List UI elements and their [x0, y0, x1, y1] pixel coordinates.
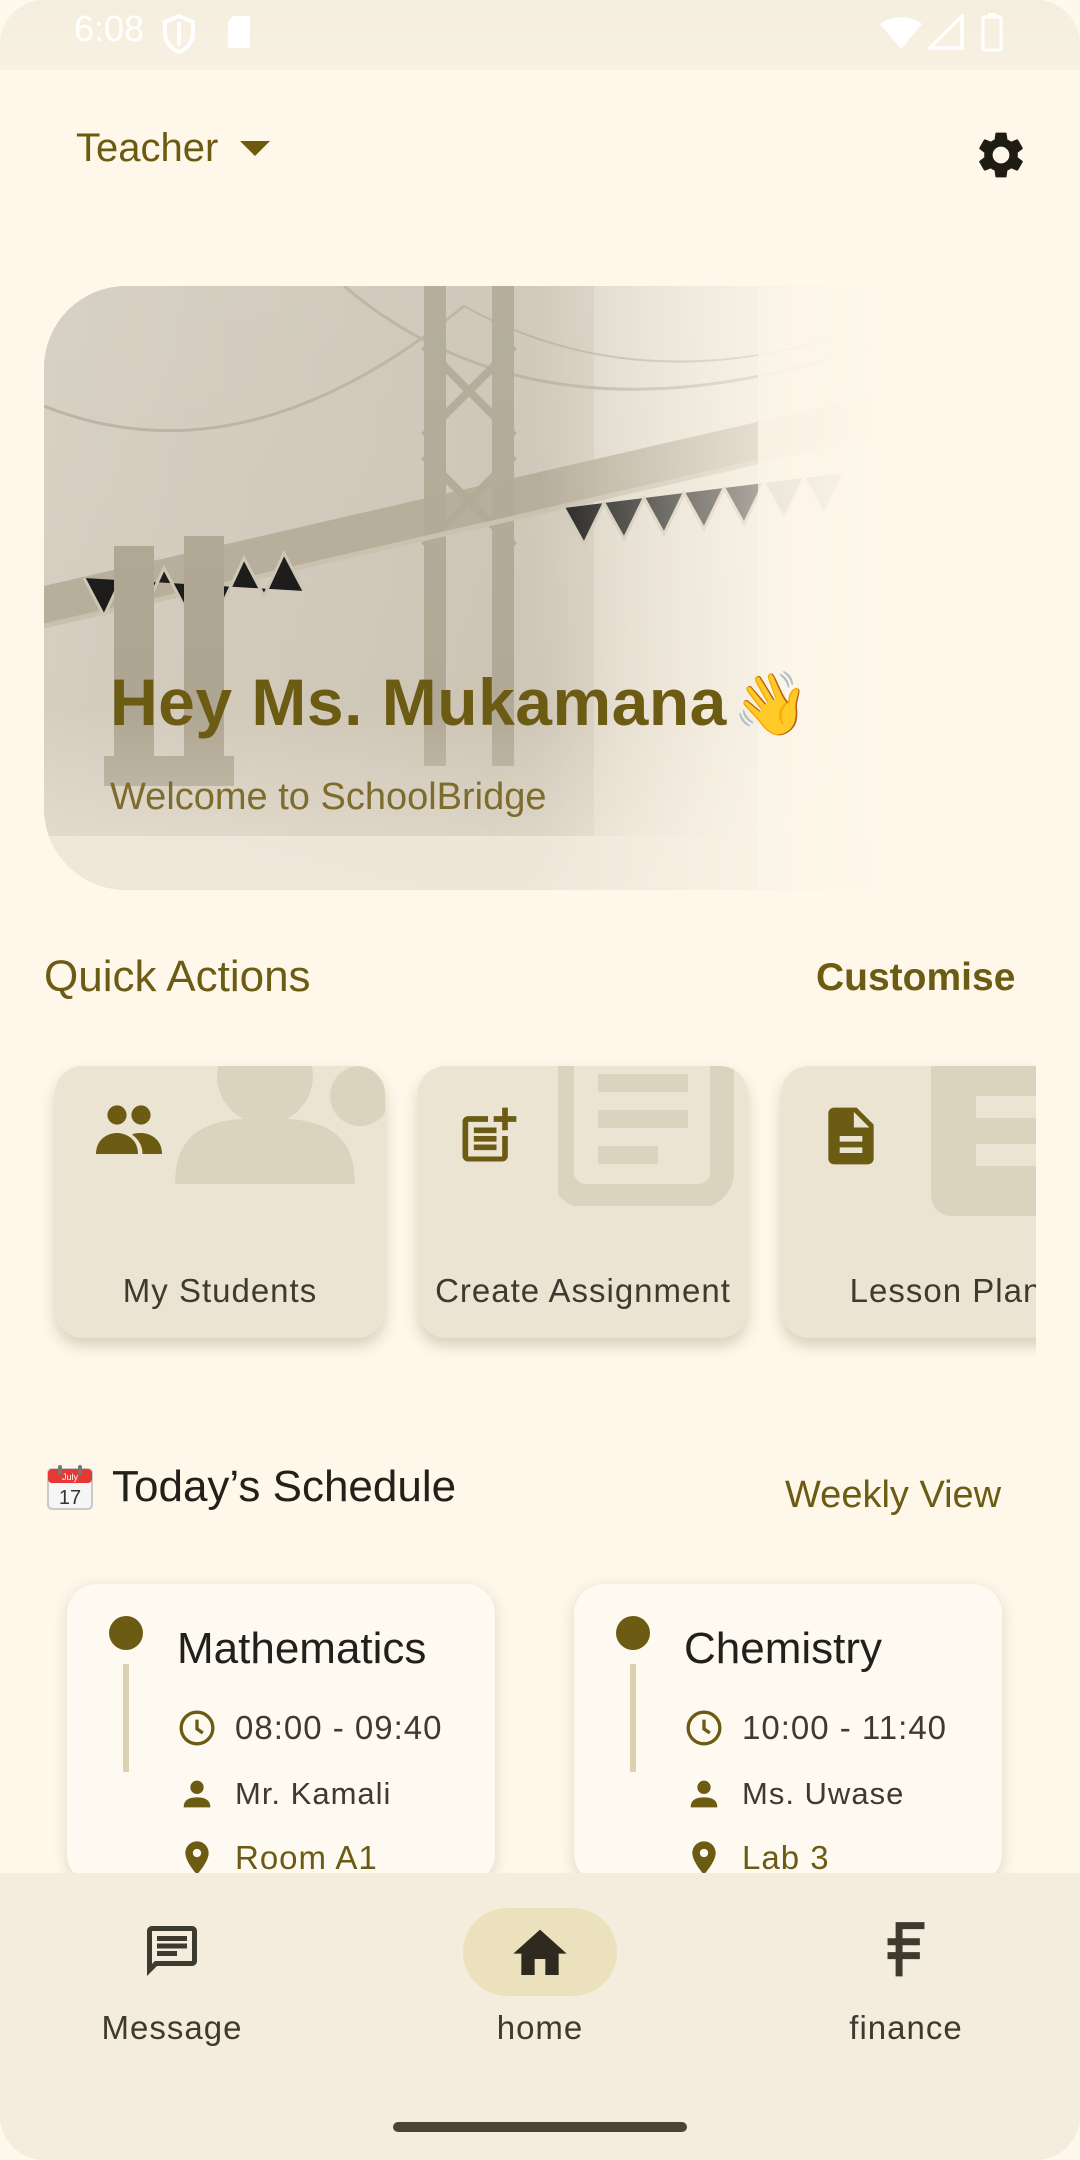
- clock-icon: [686, 1710, 722, 1746]
- role-label: Teacher: [76, 126, 219, 170]
- quick-action-label: Create Assignment: [435, 1272, 731, 1309]
- greeting-title: Hey Ms. Mukamana👋: [110, 664, 811, 741]
- person-icon: [690, 1780, 718, 1808]
- nav-label: Message: [101, 2009, 243, 2046]
- weekly-view-button[interactable]: Weekly View: [785, 1474, 1001, 1517]
- status-time: 6:08: [74, 8, 145, 49]
- subject-name: Mathematics: [177, 1624, 427, 1673]
- schedule-card-chemistry[interactable]: Chemistry 10:00 - 11:40 Ms. Uwase Lab 3: [574, 1584, 1002, 1884]
- welcome-subtitle: Welcome to SchoolBridge: [110, 776, 547, 818]
- status-bar: 6:08: [0, 0, 1080, 70]
- currency-icon: [887, 1922, 925, 1977]
- timeline-line: [123, 1664, 129, 1772]
- description-icon-watermark: [931, 1066, 1036, 1216]
- class-teacher: Ms. Uwase: [684, 1774, 904, 1814]
- class-time: 10:00 - 11:40: [684, 1708, 947, 1748]
- timeline-dot: [616, 1616, 650, 1650]
- dropdown-arrow-icon: [240, 140, 271, 156]
- timeline-line: [630, 1664, 636, 1772]
- class-location: Lab 3: [684, 1838, 830, 1878]
- group-icon: [96, 1105, 162, 1154]
- nav-item-message[interactable]: Message: [52, 1873, 292, 2053]
- quick-action-create-assignment[interactable]: Create Assignment: [418, 1066, 748, 1338]
- description-icon: [828, 1107, 874, 1165]
- class-time: 08:00 - 09:40: [177, 1708, 443, 1748]
- svg-text:17: 17: [59, 1487, 81, 1509]
- home-icon: [513, 1929, 567, 1975]
- post-add-icon-watermark: [558, 1066, 734, 1206]
- gesture-home-bar[interactable]: [393, 2122, 687, 2132]
- waving-hand-emoji: 👋: [732, 670, 811, 739]
- quick-action-my-students[interactable]: My Students: [55, 1066, 385, 1338]
- time-text: 08:00 - 09:40: [235, 1709, 443, 1746]
- teacher-text: Mr. Kamali: [235, 1776, 392, 1811]
- timeline-dot: [109, 1616, 143, 1650]
- sd-card-icon: [228, 16, 250, 48]
- battery-icon: [981, 13, 1003, 52]
- quick-action-lesson-plan[interactable]: Lesson Plan: [781, 1066, 1036, 1338]
- bottom-navigation: Message home finance: [0, 1873, 1080, 2160]
- time-text: 10:00 - 11:40: [742, 1709, 948, 1746]
- quick-actions-row: My Students Create Assignment Lesson Pla…: [0, 1060, 1036, 1360]
- message-icon: [147, 1926, 197, 1976]
- location-text: Room A1: [235, 1839, 378, 1876]
- quick-action-label: My Students: [122, 1272, 318, 1309]
- greeting-text: Hey Ms. Mukamana: [110, 665, 727, 739]
- app-screen: 6:08 Teacher Hey Ms. Mukamana👋 Welcome t…: [0, 0, 1080, 2160]
- subject-name: Chemistry: [684, 1624, 883, 1673]
- wifi-icon: [880, 17, 922, 49]
- class-teacher: Mr. Kamali: [177, 1774, 391, 1814]
- clock-icon: [179, 1710, 215, 1746]
- nav-item-finance[interactable]: finance: [786, 1873, 1026, 2053]
- schedule-card-mathematics[interactable]: Mathematics 08:00 - 09:40 Mr. Kamali Roo…: [67, 1584, 495, 1884]
- schedule-title: Today’s Schedule: [112, 1462, 457, 1511]
- settings-gear-icon[interactable]: [973, 127, 1029, 183]
- todays-schedule-header: July 17 Today’s Schedule: [46, 1462, 456, 1512]
- nav-label: finance: [849, 2009, 963, 2046]
- class-location: Room A1: [177, 1838, 378, 1878]
- customise-button[interactable]: Customise: [816, 956, 1015, 1000]
- nav-label: home: [496, 2009, 584, 2046]
- svg-text:July: July: [62, 1472, 79, 1482]
- location-pin-icon: [185, 1841, 209, 1875]
- cell-signal-icon: [928, 14, 964, 50]
- post-add-icon: [462, 1107, 517, 1162]
- quick-action-label: Lesson Plan: [849, 1272, 1036, 1309]
- calendar-icon: July 17: [46, 1463, 94, 1511]
- quick-actions-title: Quick Actions: [44, 952, 311, 1001]
- location-text: Lab 3: [742, 1839, 830, 1876]
- shield-icon: [163, 14, 195, 54]
- group-icon-watermark: [175, 1066, 385, 1184]
- person-icon: [183, 1780, 211, 1808]
- role-dropdown[interactable]: Teacher: [76, 126, 271, 171]
- location-pin-icon: [692, 1841, 716, 1875]
- teacher-text: Ms. Uwase: [742, 1776, 905, 1811]
- nav-item-home[interactable]: home: [420, 1873, 660, 2053]
